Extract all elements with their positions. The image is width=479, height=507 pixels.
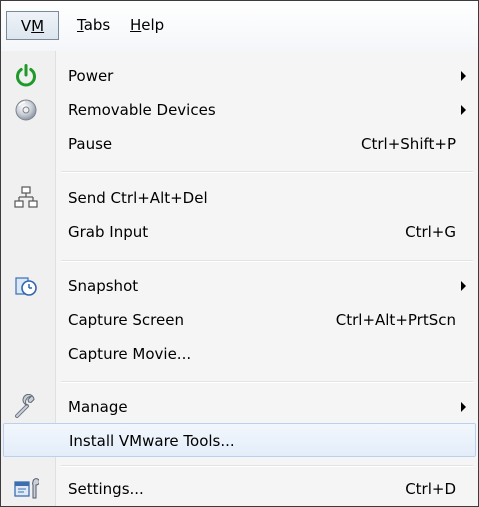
menu-item-shortcut: Ctrl+Shift+P <box>361 135 456 153</box>
menu-item-capture-movie[interactable]: Capture Movie... <box>1 337 478 371</box>
menu-item-label: Grab Input <box>68 223 149 241</box>
menu-separator <box>61 381 473 383</box>
submenu-arrow-icon <box>461 105 466 115</box>
menu-item-snapshot[interactable]: Snapshot <box>1 269 478 303</box>
menu-separator <box>61 465 473 467</box>
menu-item-label: Capture Screen <box>68 311 184 329</box>
menu-item-label: Removable Devices <box>68 101 216 119</box>
menu-item-shortcut: Ctrl+D <box>405 480 456 498</box>
menu-help[interactable]: Help <box>124 11 170 40</box>
network-icon <box>14 186 38 208</box>
menu-tabs[interactable]: Tabs <box>71 11 116 40</box>
menu-help-label: Help <box>130 16 165 34</box>
menu-item-settings[interactable]: Settings... Ctrl+D <box>1 472 478 506</box>
menu-item-grab-input[interactable]: Grab Input Ctrl+G <box>1 215 478 249</box>
vm-dropdown-menu: Power Removable Devices Pause Ctrl+Shift… <box>1 51 478 506</box>
disc-icon <box>15 99 37 121</box>
menu-item-pause[interactable]: Pause Ctrl+Shift+P <box>1 127 478 161</box>
submenu-arrow-icon <box>461 402 466 412</box>
menu-item-shortcut: Ctrl+G <box>405 223 456 241</box>
menu-item-manage[interactable]: Manage <box>1 390 478 424</box>
menu-item-label: Power <box>68 67 114 85</box>
menu-vm-label: VM <box>20 17 45 35</box>
menu-item-removable-devices[interactable]: Removable Devices <box>1 93 478 127</box>
menu-item-power[interactable]: Power <box>1 59 478 93</box>
menu-separator <box>61 171 473 173</box>
menu-bar: VM Tabs Help <box>1 1 478 51</box>
wrench-icon <box>15 394 35 418</box>
snapshot-clock-icon <box>15 277 37 296</box>
menu-item-label: Manage <box>68 398 128 416</box>
menu-separator <box>61 260 473 262</box>
menu-item-label: Snapshot <box>68 277 139 295</box>
menu-item-shortcut: Ctrl+Alt+PrtScn <box>335 311 456 329</box>
submenu-arrow-icon <box>461 71 466 81</box>
menu-tabs-label: Tabs <box>77 16 111 34</box>
submenu-arrow-icon <box>461 281 466 291</box>
menu-vm[interactable]: VM <box>6 11 59 40</box>
menu-item-label: Send Ctrl+Alt+Del <box>68 189 208 207</box>
menu-item-label: Settings... <box>68 480 144 498</box>
vm-menu-window: VM Tabs Help Power Removable Devices Pau… <box>0 0 479 507</box>
menu-item-install-vmware-tools[interactable]: Install VMware Tools... <box>3 423 476 457</box>
settings-icon <box>14 478 39 499</box>
menu-item-send-ctrl-alt-del[interactable]: Send Ctrl+Alt+Del <box>1 181 478 215</box>
power-icon <box>16 64 36 87</box>
menu-item-capture-screen[interactable]: Capture Screen Ctrl+Alt+PrtScn <box>1 303 478 337</box>
menu-item-label: Pause <box>68 135 113 153</box>
menu-item-label: Install VMware Tools... <box>69 432 235 450</box>
menu-item-label: Capture Movie... <box>68 345 192 363</box>
